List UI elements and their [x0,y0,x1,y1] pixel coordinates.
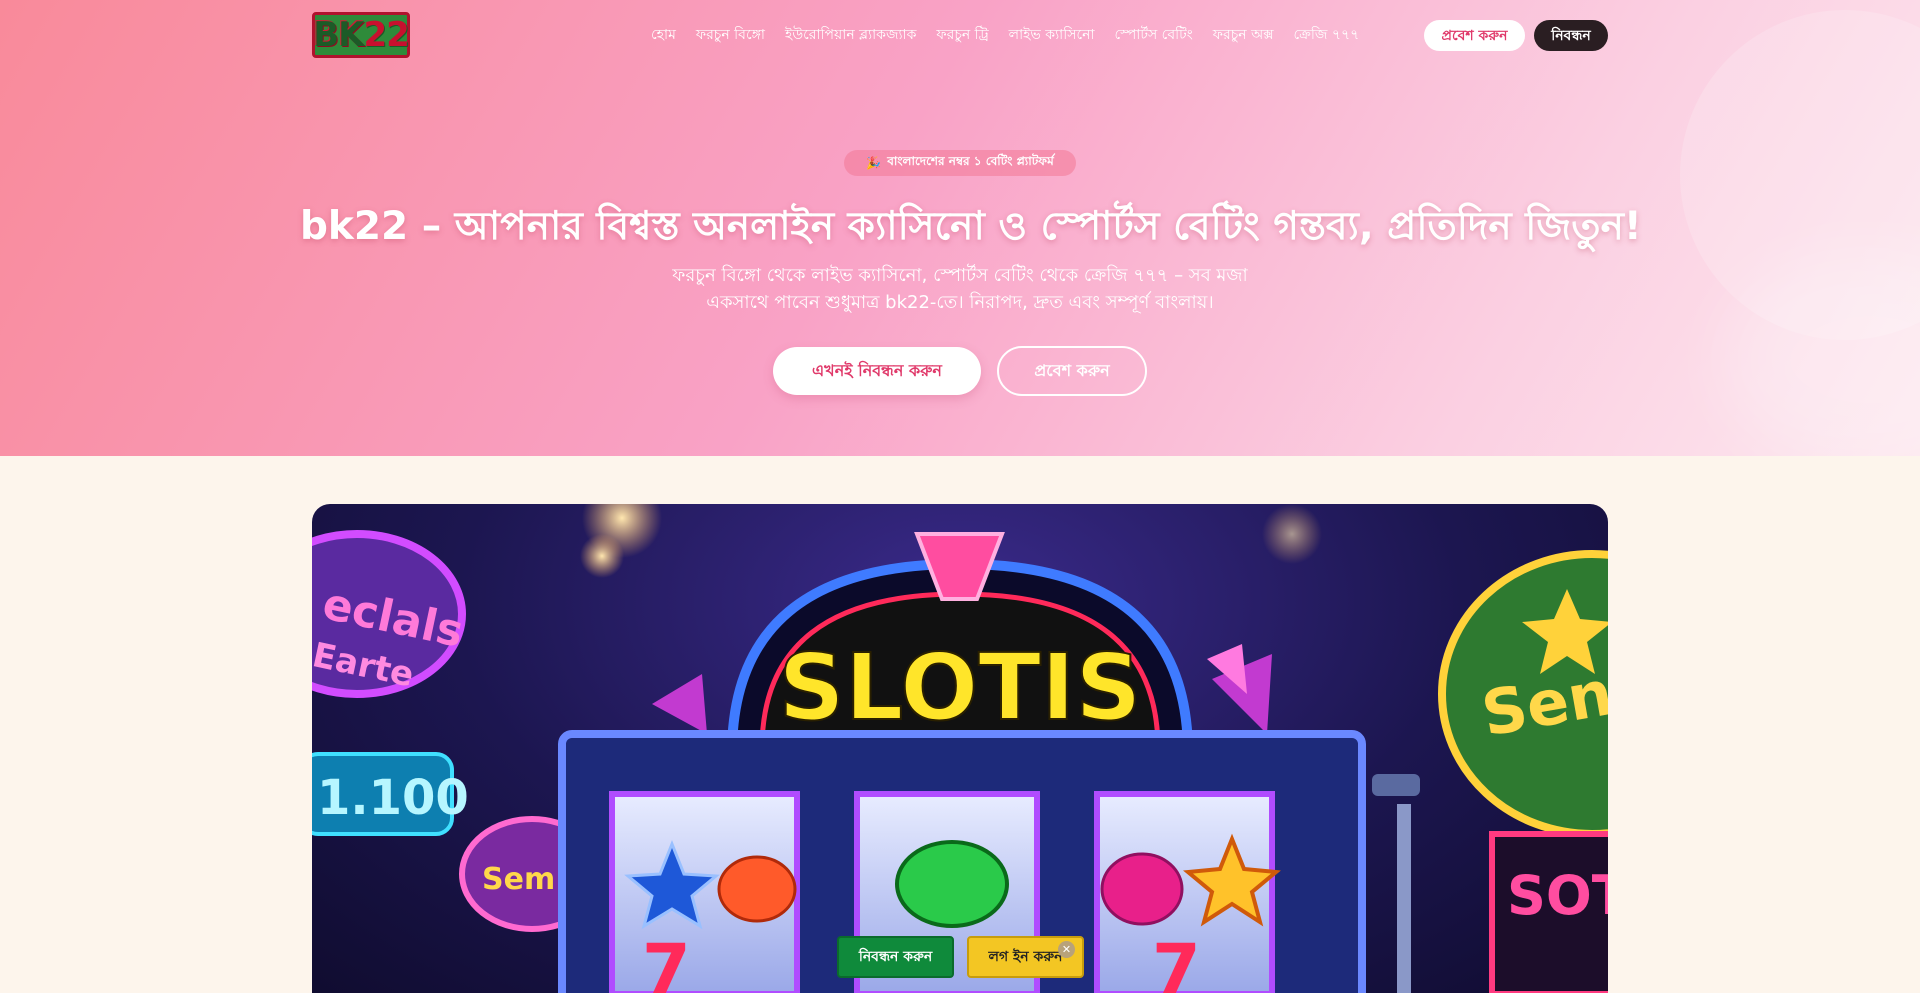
close-icon[interactable]: ✕ [1058,941,1075,958]
nav-item-live-casino[interactable]: লাইভ ক্যাসিনো [1009,23,1095,47]
register-now-button[interactable]: এখনই নিবন্ধন করুন [773,347,981,395]
nav-item-sports-betting[interactable]: স্পোর্টস বেটিং [1115,23,1193,47]
nav-item-fortune-tree[interactable]: ফরচুন ট্রি [936,23,988,47]
hero-subtitle-line-2: একসাথে পাবেন শুধুমাত্র bk22-তে। নিরাপদ, … [706,292,1214,313]
header-register-button[interactable]: নিবন্ধন [1534,20,1608,51]
slots-banner-image: eclals Earte 1.100 Sem Seni SOT SLOTIS 7 [312,504,1608,993]
nav-item-fortune-ox[interactable]: ফরচুন অক্স [1213,23,1274,47]
banner-slots-sign: SLOTIS [778,634,1141,741]
header-login-button[interactable]: প্রবেশ করুন [1424,20,1525,51]
hero-subtitle-line-1: ফরচুন বিঙ্গো থেকে লাইভ ক্যাসিনো, স্পোর্ট… [672,265,1248,286]
sticky-register-button[interactable]: নিবন্ধন করুন [837,936,954,978]
slot-machine-illustration: eclals Earte 1.100 Sem Seni SOT SLOTIS 7 [312,504,1608,993]
nav-item-crazy-777[interactable]: ক্রেজি ৭৭৭ [1294,23,1360,47]
banner-sign-left-small: Sem [482,862,555,897]
logo-text-bk: BK [313,15,364,55]
hero-title: bk22 – আপনার বিশ্বস্ত অনলাইন ক্যাসিনো ও … [300,204,1642,249]
hero-login-button[interactable]: প্রবেশ করুন [997,346,1147,396]
nav-item-home[interactable]: হোম [651,23,676,47]
svg-text:7: 7 [1152,929,1201,993]
main-nav: হোম ফরচুন বিঙ্গো ইউরোপিয়ান ব্ল্যাকজ্যাক… [651,24,1359,46]
hero-subtitle: ফরচুন বিঙ্গো থেকে লাইভ ক্যাসিনো, স্পোর্ট… [610,262,1310,316]
hero-badge: 🎉 বাংলাদেশের নম্বর ১ বেটিং প্ল্যাটফর্ম [844,150,1076,176]
site-logo[interactable]: BK 22 [312,12,410,58]
nav-item-european-blackjack[interactable]: ইউরোপিয়ান ব্ল্যাকজ্যাক [785,23,916,47]
nav-item-fortune-bingo[interactable]: ফরচুন বিঙ্গো [696,23,765,47]
banner-sign-right-text-2: SOT [1507,864,1608,927]
svg-text:7: 7 [642,929,691,993]
banner-sign-left-number: 1.100 [317,770,469,826]
hero-badge-text: বাংলাদেশের নম্বর ১ বেটিং প্ল্যাটফর্ম [887,154,1054,168]
party-popper-icon: 🎉 [866,156,882,170]
logo-text-22: 22 [363,15,409,55]
